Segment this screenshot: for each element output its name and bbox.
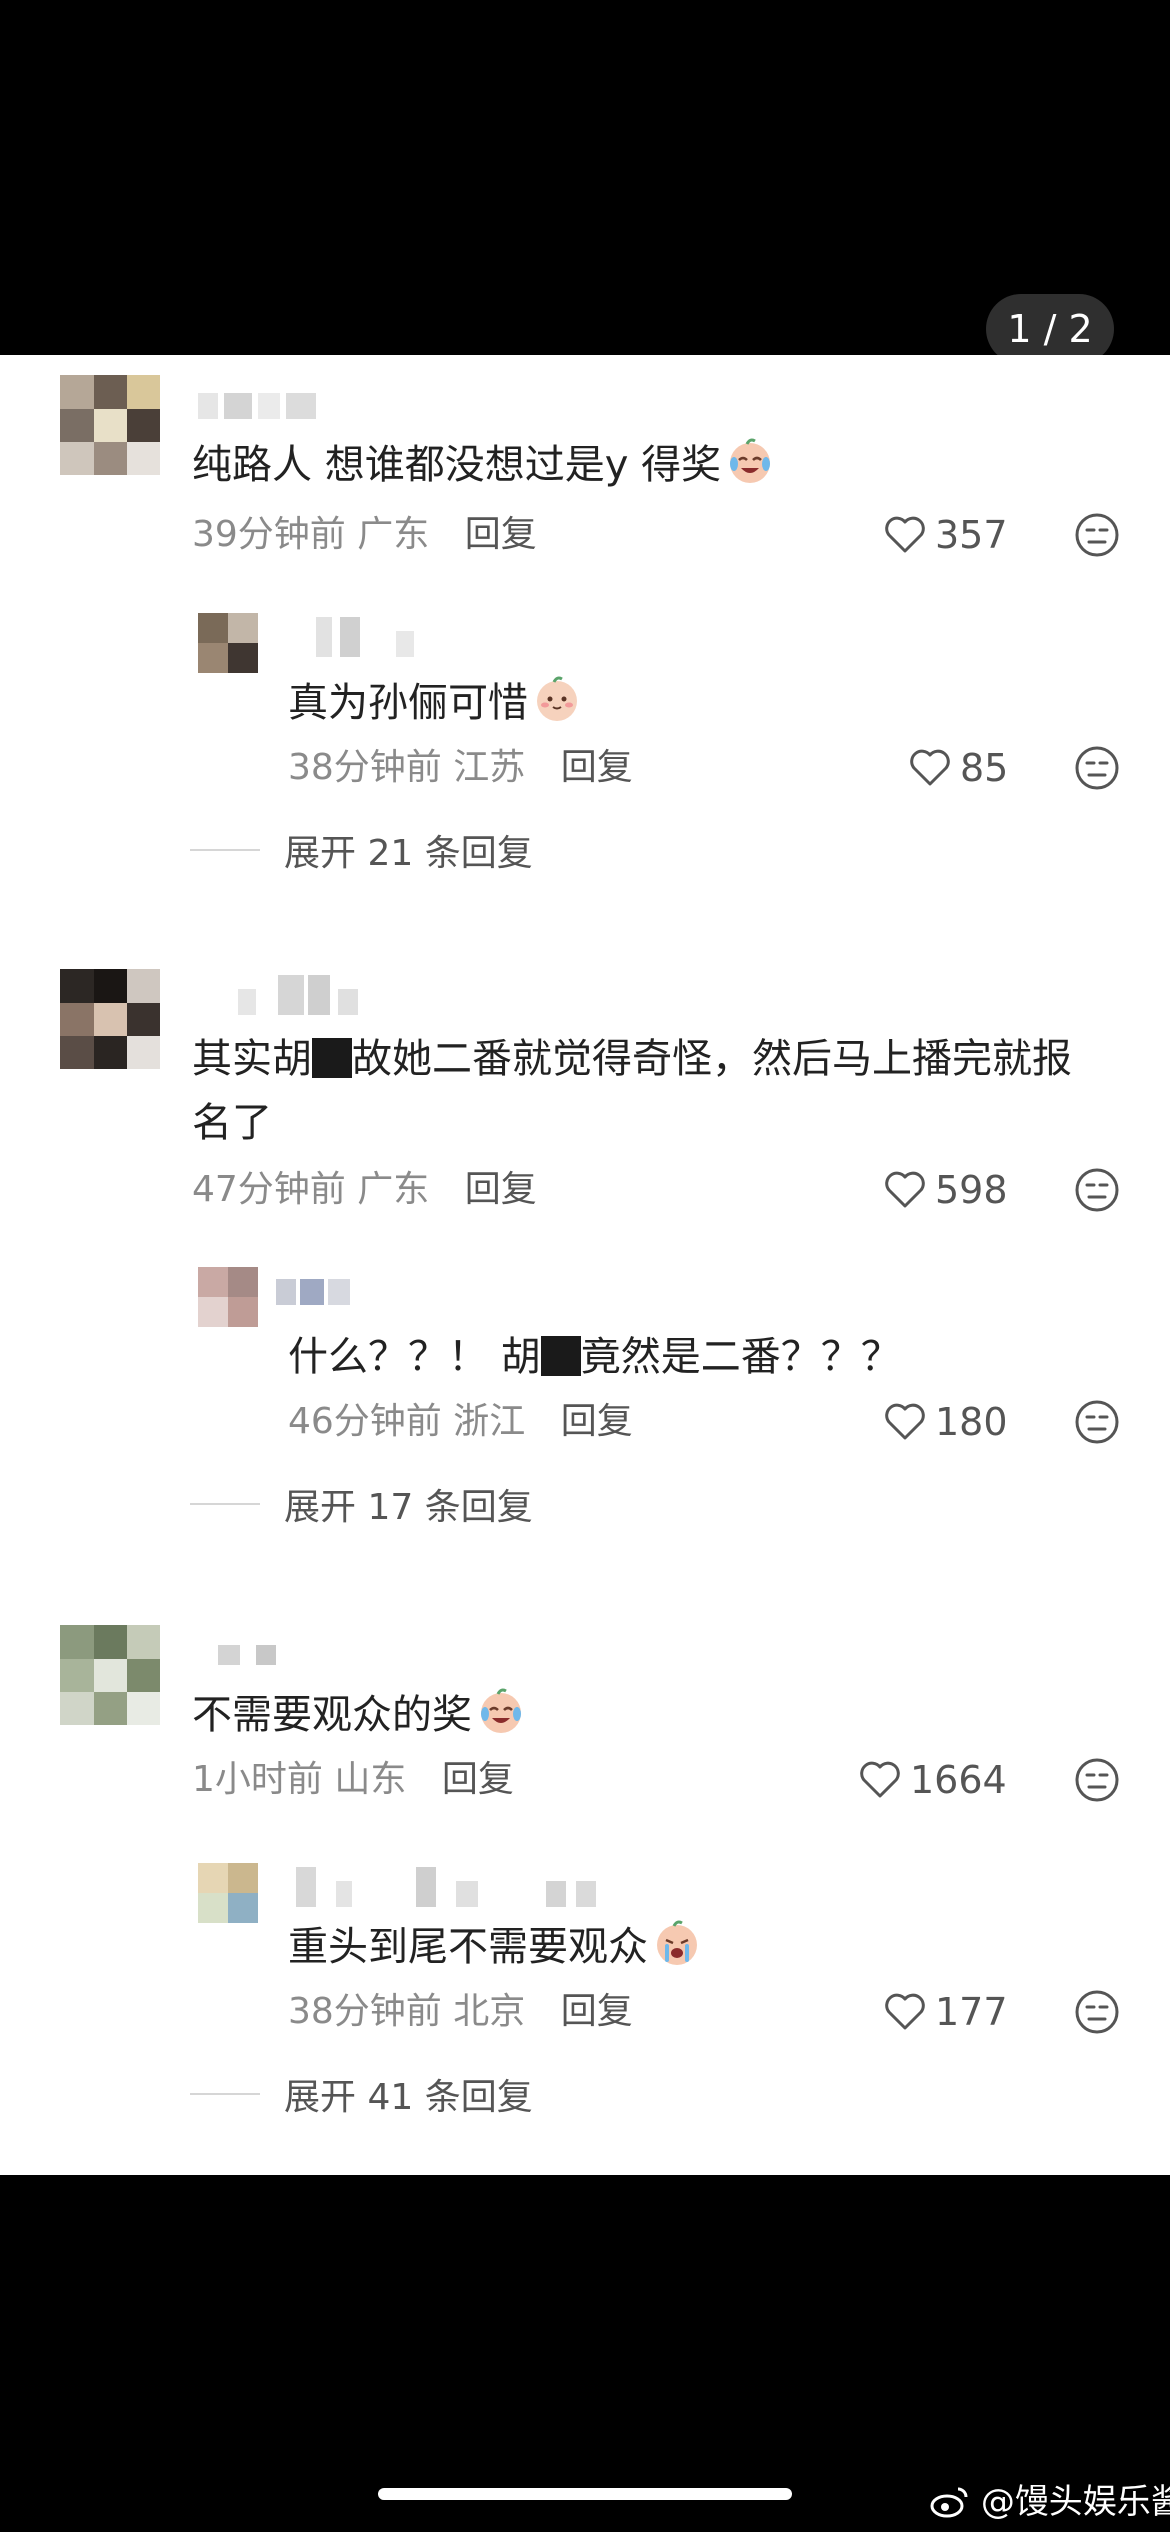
- meh-face-icon[interactable]: [1074, 512, 1120, 558]
- reply-button[interactable]: 回复: [561, 747, 633, 788]
- reply-location: 北京: [453, 1991, 526, 2032]
- comment-text-line2: 名了: [192, 1100, 272, 1146]
- divider-line: [190, 2093, 260, 2095]
- reply-time: 46分钟前: [288, 1401, 442, 1442]
- reply-location: 江苏: [453, 747, 526, 788]
- weibo-logo-icon: [930, 2487, 968, 2518]
- reply-like-button[interactable]: 180: [883, 1397, 1008, 1447]
- comment-time: 39分钟前: [192, 514, 346, 555]
- reply-text: 什么？？！ 胡竟然是二番？？？: [288, 1334, 901, 1380]
- reply-like-button[interactable]: 177: [883, 1987, 1008, 2037]
- heart-outline-icon: [885, 516, 925, 553]
- like-count: 177: [935, 1990, 1008, 2034]
- meh-face-icon[interactable]: [1074, 1167, 1120, 1213]
- comments-panel: 纯路人 想谁都没想过是y 得奖 39分钟前 广东 回复 357 真为孙俪可惜 3…: [0, 355, 1170, 2175]
- comment-location: 广东: [357, 514, 430, 555]
- like-count: 357: [935, 513, 1008, 557]
- expand-replies-label: 展开 21 条回复: [284, 833, 533, 874]
- heart-outline-icon: [885, 1403, 925, 1440]
- username-blurred[interactable]: [198, 975, 368, 1015]
- comment-time: 47分钟前: [192, 1169, 346, 1210]
- divider-line: [190, 849, 260, 851]
- reply-username-blurred[interactable]: [276, 1867, 616, 1907]
- crying-face-emoji: [657, 1920, 697, 1965]
- comment-time: 1小时前: [192, 1759, 323, 1800]
- expand-replies-label: 展开 17 条回复: [284, 1487, 533, 1528]
- username-blurred[interactable]: [198, 393, 318, 419]
- heart-outline-icon: [885, 1993, 925, 2030]
- comment-text: 纯路人 想谁都没想过是y 得奖: [192, 435, 775, 495]
- laughing-tears-emoji: [730, 438, 771, 483]
- comment-meta: 1小时前 山东 回复: [192, 1755, 514, 1805]
- watermark: @馒头娱乐酱: [930, 2480, 1170, 2524]
- reply-avatar[interactable]: [198, 613, 258, 673]
- like-count: 1664: [910, 1758, 1007, 1802]
- comment-location: 山东: [334, 1759, 407, 1800]
- expand-replies-button[interactable]: 展开 17 条回复: [190, 1479, 533, 1529]
- reply-username-blurred[interactable]: [276, 617, 446, 657]
- expand-replies-button[interactable]: 展开 41 条回复: [190, 2069, 533, 2119]
- avatar[interactable]: [60, 375, 160, 475]
- expand-replies-button[interactable]: 展开 21 条回复: [190, 825, 533, 875]
- expand-replies-label: 展开 41 条回复: [284, 2077, 533, 2118]
- like-button[interactable]: 598: [883, 1165, 1008, 1215]
- reply-text: 重头到尾不需要观众: [288, 1917, 702, 1977]
- avatar[interactable]: [60, 1625, 160, 1725]
- heart-outline-icon: [885, 1171, 925, 1208]
- meh-face-icon[interactable]: [1074, 1989, 1120, 2035]
- reply-time: 38分钟前: [288, 747, 442, 788]
- username-blurred[interactable]: [218, 1645, 298, 1671]
- blushing-face-emoji: [537, 676, 577, 721]
- comment-meta: 39分钟前 广东 回复: [192, 510, 537, 560]
- reply-button[interactable]: 回复: [561, 1991, 633, 2032]
- reply-button[interactable]: 回复: [442, 1759, 514, 1800]
- censor-block: [312, 1038, 352, 1078]
- like-count: 598: [935, 1168, 1008, 1212]
- meh-face-icon[interactable]: [1074, 1399, 1120, 1445]
- censor-block: [540, 1336, 581, 1376]
- watermark-text: @馒头娱乐酱: [980, 2482, 1170, 2522]
- home-indicator[interactable]: [378, 2488, 792, 2500]
- laughing-tears-emoji: [481, 1688, 521, 1733]
- avatar[interactable]: [60, 969, 160, 1069]
- meh-face-icon[interactable]: [1074, 745, 1120, 791]
- reply-meta: 38分钟前 北京 回复: [288, 1987, 633, 2037]
- reply-button[interactable]: 回复: [465, 514, 537, 555]
- reply-time: 38分钟前: [288, 1991, 442, 2032]
- comment-meta: 47分钟前 广东 回复: [192, 1165, 537, 1215]
- comment-location: 广东: [357, 1169, 430, 1210]
- reply-avatar[interactable]: [198, 1267, 258, 1327]
- reply-button[interactable]: 回复: [561, 1401, 633, 1442]
- reply-text: 真为孙俪可惜: [288, 673, 582, 733]
- like-count: 85: [960, 746, 1009, 790]
- meh-face-icon[interactable]: [1074, 1757, 1120, 1803]
- reply-button[interactable]: 回复: [465, 1169, 537, 1210]
- comment-text: 不需要观众的奖: [192, 1685, 526, 1745]
- heart-outline-icon: [860, 1761, 900, 1798]
- like-button[interactable]: 1664: [858, 1755, 1007, 1805]
- divider-line: [190, 1503, 260, 1505]
- image-page-counter: 1 / 2: [986, 294, 1114, 364]
- reply-like-button[interactable]: 85: [908, 743, 1008, 793]
- comment-text: 其实胡 故她二番就觉得奇怪，然后马上播完就报: [192, 1036, 1072, 1082]
- reply-meta: 38分钟前 江苏 回复: [288, 743, 633, 793]
- heart-outline-icon: [910, 749, 950, 786]
- reply-avatar[interactable]: [198, 1863, 258, 1923]
- like-button[interactable]: 357: [883, 510, 1008, 560]
- reply-meta: 46分钟前 浙江 回复: [288, 1397, 633, 1447]
- like-count: 180: [935, 1400, 1008, 1444]
- reply-username-blurred[interactable]: [276, 1279, 396, 1305]
- reply-location: 浙江: [453, 1401, 526, 1442]
